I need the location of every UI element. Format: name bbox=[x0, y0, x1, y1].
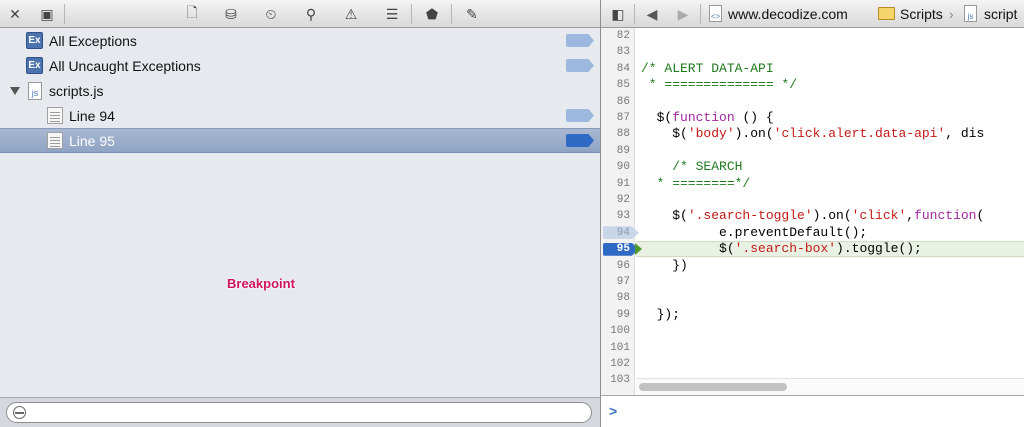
line-number: 87 bbox=[616, 112, 630, 124]
breakpoint-item-uncaught-exceptions[interactable]: Ex All Uncaught Exceptions bbox=[0, 53, 600, 78]
code-line: $(function () { bbox=[641, 110, 774, 125]
toolbar-divider bbox=[411, 4, 412, 24]
toolbar-divider bbox=[700, 4, 701, 24]
js-file-icon: js bbox=[28, 81, 42, 100]
exception-icon: Ex bbox=[26, 32, 43, 49]
forward-arrow-icon[interactable]: ▶ bbox=[674, 5, 692, 23]
line-number: 83 bbox=[616, 46, 630, 59]
file-icon[interactable]: 🗋 bbox=[183, 4, 201, 23]
breakpoint-marker[interactable] bbox=[566, 134, 594, 147]
code-line: * ============== */ bbox=[641, 77, 798, 93]
code-line: * ========*/ bbox=[641, 175, 751, 191]
console-prompt: > bbox=[609, 403, 618, 419]
breakpoint-file-scripts[interactable]: js scripts.js bbox=[0, 78, 600, 103]
breakpoint-marker[interactable] bbox=[566, 109, 594, 122]
line-number: 86 bbox=[616, 95, 630, 108]
scrollbar-thumb[interactable] bbox=[639, 383, 787, 391]
code-line: }); bbox=[641, 306, 681, 322]
breakpoint-tag-icon[interactable]: ⬟ bbox=[423, 5, 441, 23]
chevron-right-icon: › bbox=[949, 6, 954, 22]
exception-icon: Ex bbox=[26, 57, 43, 74]
console-input[interactable]: > bbox=[601, 395, 1024, 427]
debugger-toolbar: ✕ ▣ 🗋 ⛁ ⏲ ⚲ ⚠ ☰ ⬟ ✎ bbox=[0, 0, 600, 28]
code-line: /* ALERT DATA-API bbox=[641, 60, 774, 76]
sidebar-toggle-icon[interactable]: ◧ bbox=[609, 5, 627, 23]
chat-icon[interactable]: ✎ bbox=[463, 5, 481, 23]
line-number: 88 bbox=[616, 128, 630, 141]
source-toolbar: ◧ ◀ ▶ <> www.decodize.com Scripts › js s… bbox=[601, 0, 1024, 28]
breakpoint-item-all-exceptions[interactable]: Ex All Exceptions bbox=[0, 28, 600, 53]
code-line: }) bbox=[641, 257, 688, 273]
database-icon[interactable]: ⛁ bbox=[222, 5, 240, 23]
line-number-gutter[interactable]: 82 83 84 85 86 87 88 89 90 91 92 93 94 9… bbox=[601, 28, 639, 395]
code-line: $('.search-toggle').on('click',function( bbox=[641, 208, 985, 224]
line-number: 92 bbox=[616, 194, 630, 206]
filter-input[interactable] bbox=[6, 402, 592, 423]
line-number: 89 bbox=[616, 144, 630, 157]
breakpoint-marker[interactable] bbox=[566, 34, 594, 47]
line-number: 96 bbox=[616, 259, 630, 272]
line-number: 98 bbox=[616, 292, 630, 305]
toolbar-divider bbox=[64, 4, 65, 24]
code-line: e.preventDefault(); bbox=[641, 224, 868, 240]
toolbar-divider bbox=[634, 4, 635, 24]
breadcrumb-file[interactable]: script bbox=[984, 6, 1017, 22]
source-line-icon bbox=[47, 107, 63, 124]
js-file-icon: js bbox=[964, 5, 977, 22]
close-icon[interactable]: ✕ bbox=[6, 5, 24, 23]
line-number: 102 bbox=[610, 358, 630, 370]
folder-icon bbox=[878, 7, 895, 20]
drag-tooltip: Breakpoint bbox=[227, 276, 295, 291]
line-number: 97 bbox=[616, 276, 630, 288]
breadcrumb-domain[interactable]: www.decodize.com bbox=[728, 6, 848, 22]
breakpoints-panel: ✕ ▣ 🗋 ⛁ ⏲ ⚲ ⚠ ☰ ⬟ ✎ Ex All Exceptions Ex… bbox=[0, 0, 600, 427]
breakpoint-marker[interactable] bbox=[566, 59, 594, 72]
source-line-icon bbox=[47, 132, 63, 149]
breakpoint-item-line-94[interactable]: Line 94 bbox=[0, 103, 600, 128]
breakpoint-item-line-95[interactable]: Line 95 bbox=[0, 128, 600, 153]
breakpoint-file-label: scripts.js bbox=[49, 82, 104, 99]
line-number: 95 bbox=[616, 243, 630, 256]
toolbar-divider bbox=[451, 4, 452, 24]
line-number: 91 bbox=[616, 177, 630, 190]
toggle-panel-icon[interactable]: ▣ bbox=[38, 5, 56, 23]
code-editor[interactable]: /* ALERT DATA-API * ============== */ $(… bbox=[641, 28, 1024, 395]
line-number: 90 bbox=[616, 161, 630, 174]
line-number: 100 bbox=[610, 325, 630, 338]
disclosure-triangle-icon[interactable] bbox=[10, 86, 20, 95]
timer-icon[interactable]: ⏲ bbox=[262, 5, 280, 23]
breakpoint-label: Line 95 bbox=[69, 132, 115, 149]
line-number: 93 bbox=[616, 210, 630, 223]
line-number: 101 bbox=[610, 341, 630, 354]
search-icon[interactable]: ⚲ bbox=[302, 5, 320, 23]
line-number: 103 bbox=[610, 374, 630, 387]
line-number: 85 bbox=[616, 79, 630, 92]
breakpoint-label: Line 94 bbox=[69, 107, 115, 124]
line-number: 84 bbox=[616, 62, 630, 75]
line-number: 82 bbox=[616, 30, 630, 42]
back-arrow-icon[interactable]: ◀ bbox=[643, 5, 661, 23]
code-line: $('.search-box').toggle(); bbox=[641, 241, 922, 257]
line-number: 99 bbox=[616, 308, 630, 321]
line-number: 94 bbox=[616, 226, 630, 239]
code-line: $('body').on('click.alert.data-api', dis bbox=[641, 126, 985, 142]
breakpoint-label: All Exceptions bbox=[49, 32, 137, 49]
horizontal-scrollbar[interactable] bbox=[636, 378, 1024, 395]
list-icon[interactable]: ☰ bbox=[383, 5, 401, 23]
source-panel: ◧ ◀ ▶ <> www.decodize.com Scripts › js s… bbox=[601, 0, 1024, 427]
warning-icon[interactable]: ⚠ bbox=[342, 5, 360, 23]
breakpoint-list: Ex All Exceptions Ex All Uncaught Except… bbox=[0, 28, 600, 153]
code-line: /* SEARCH bbox=[641, 159, 743, 175]
breakpoint-label: All Uncaught Exceptions bbox=[49, 57, 201, 74]
breadcrumb-folder[interactable]: Scripts bbox=[900, 6, 943, 22]
filter-icon bbox=[13, 406, 26, 419]
filter-bar bbox=[0, 397, 600, 427]
html-file-icon: <> bbox=[709, 5, 722, 22]
